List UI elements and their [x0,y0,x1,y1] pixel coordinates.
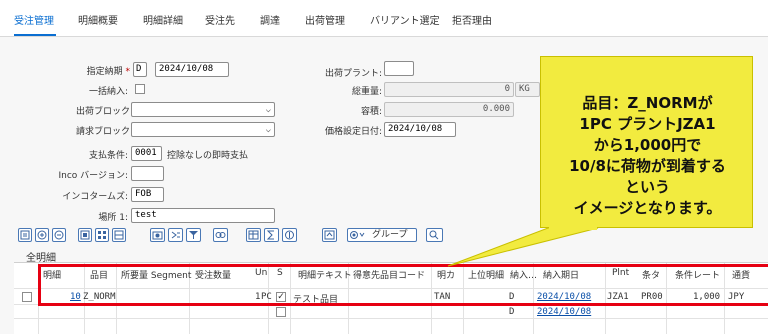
block-select-button[interactable] [112,228,126,242]
delete-row-button[interactable] [52,228,66,242]
tab-procurement[interactable]: 調達 [260,12,280,27]
bulk-delivery-checkbox[interactable] [135,84,145,94]
pricing-button[interactable] [282,228,297,242]
bulk-delivery-label: 一括納入: [88,87,128,97]
callout-pointer-cover [549,225,597,230]
sum-button[interactable] [264,228,279,242]
grid-icon [98,231,106,239]
gross-weight-field: 0 [384,82,514,97]
search-button[interactable] [426,228,443,242]
delivery-date-link[interactable]: 2024/10/08 [537,307,591,317]
pricing-date-label: 価格設定日付: [324,127,382,137]
pricing-date-field[interactable]: 2024/10/08 [384,122,456,137]
date-type-cell[interactable]: D [509,307,514,317]
group-button-label: グループ [372,230,408,240]
volume-label: 容積: [360,107,382,117]
delivery-date-type-field[interactable]: D [133,62,147,77]
inco-version-field[interactable] [131,166,164,181]
shipping-plant-field[interactable] [384,61,414,76]
callout-line: 1PC プラントJZA1 [579,115,716,133]
payment-terms-field[interactable]: 0001 [131,146,162,161]
incoterms-label: インコタームズ: [62,192,128,202]
chevron-down-icon: ⌵ [265,105,271,115]
sum-icon [266,230,274,240]
sales-order-screen: 受注管理 明細概要 明細詳細 受注先 調達 出荷管理 バリアント選定 拒否理由 … [0,0,768,335]
highlight-box [38,264,768,306]
row-select-checkbox[interactable] [22,292,32,302]
billing-block-label: 請求ブロック [75,127,130,137]
tab-ordering-party[interactable]: 受注先 [205,12,235,27]
configure-button[interactable] [150,228,165,242]
delivery-date-field[interactable]: 2024/10/08 [155,62,229,77]
group-button[interactable]: グループ [347,228,417,242]
filter-icon [189,231,198,239]
callout-line: 品目：Z_NORMが [582,94,713,112]
tab-bar: 受注管理 明細概要 明細詳細 受注先 調達 出荷管理 バリアント選定 拒否理由 [0,0,768,37]
gross-weight-label: 総重量: [351,87,382,97]
price-icon [285,230,294,240]
shipping-block-label: 出荷ブロック [75,107,130,117]
callout-line: イメージとなります。 [573,199,722,217]
volume-field: 0.000 [384,102,514,117]
schedule-button[interactable] [213,228,228,242]
sort-icon [171,231,180,239]
chain-icon [215,232,226,238]
incoterms-field[interactable]: FOB [131,187,164,202]
active-tab-indicator [14,34,56,36]
select-all-icon [80,230,90,240]
camera-icon [152,231,163,240]
annotation-callout: 品目：Z_NORMが 1PC プラントJZA1 から1,000円で 10/8に荷… [540,56,753,228]
row-divider [14,318,768,319]
chevron-down-icon: ⌵ [265,125,271,135]
tab-item-detail[interactable]: 明細詳細 [143,12,183,27]
callout-text: 品目：Z_NORMが 1PC プラントJZA1 から1,000円で 10/8に荷… [541,93,754,219]
group-icon [350,231,365,239]
delivery-date-label: 指定納期 * [86,67,130,77]
plus-icon [37,230,47,240]
block-icon [114,230,124,240]
select-all-button[interactable] [78,228,92,242]
shipping-block-select[interactable]: ⌵ [131,102,275,117]
deselect-button[interactable] [95,228,109,242]
callout-line: から1,000円で [593,136,702,154]
search-icon [429,230,439,240]
add-row-button[interactable] [35,228,49,242]
payment-terms-description: 控除なしの即時支払 [167,151,249,161]
tab-shipping[interactable]: 出荷管理 [305,12,345,27]
tab-item-overview[interactable]: 明細概要 [78,12,118,27]
billing-block-select[interactable]: ⌵ [131,122,275,137]
details-button[interactable] [18,228,32,242]
location1-field[interactable]: test [131,208,275,223]
table-icon [248,230,259,240]
gross-weight-unit: KG [515,82,540,97]
shipping-plant-label: 出荷プラント: [324,69,382,79]
minus-icon [54,230,64,240]
details-icon [20,230,30,240]
inco-version-label: Inco バージョン: [58,171,128,181]
sort-button[interactable] [168,228,183,242]
location1-label: 場所 1: [98,213,128,223]
payment-terms-label: 支払条件: [88,151,128,161]
table-settings-button[interactable] [246,228,261,242]
tab-variant-config[interactable]: バリアント選定 [370,12,440,27]
export-icon [324,230,335,240]
callout-line: という [624,178,670,196]
export-button[interactable] [322,228,337,242]
filter-button[interactable] [186,228,201,242]
tab-sales-order-mgmt[interactable]: 受注管理 [14,12,54,27]
callout-line: 10/8に荷物が到着する [569,157,726,175]
tab-rejection-reason[interactable]: 拒否理由 [452,12,492,27]
status-checkbox[interactable] [276,307,286,317]
